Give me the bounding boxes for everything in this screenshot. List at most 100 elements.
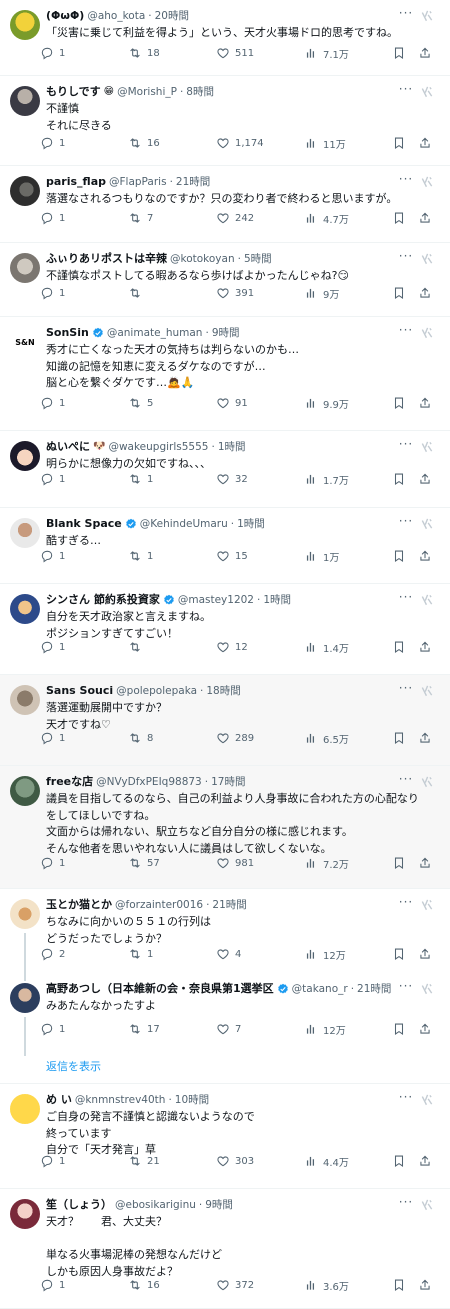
timestamp[interactable]: 20時間	[155, 8, 189, 24]
reply-button[interactable]: 1	[40, 1276, 65, 1294]
smiley-face-avatar[interactable]	[10, 1094, 40, 1124]
display-name[interactable]: め い	[46, 1092, 72, 1108]
bookmark-button[interactable]	[392, 394, 406, 412]
share-button[interactable]	[418, 470, 432, 488]
more-options-icon[interactable]: ···	[398, 682, 414, 697]
reply-button[interactable]: 1	[40, 1152, 65, 1170]
timestamp[interactable]: 17時間	[211, 774, 245, 790]
display-name[interactable]: ふぃりあリポストは辛辣	[46, 251, 167, 267]
bookmark-button[interactable]	[392, 1020, 406, 1038]
bookmark-button[interactable]	[392, 945, 406, 963]
reply-tweet[interactable]: Sans Souci @polepolepaka · 18時間 ··· 落選運動展開中です…	[0, 675, 450, 766]
user-handle[interactable]: @kotokoyan	[170, 251, 235, 267]
views-button[interactable]: 12万	[304, 945, 346, 963]
cat-photo-avatar[interactable]	[10, 253, 40, 283]
bookmark-button[interactable]	[392, 209, 406, 227]
reply-tweet[interactable]: ふぃりあリポストは辛辣 @kotokoyan · 5時間 ··· 不謹慎なポストしてる暇あ…	[0, 243, 450, 317]
bookmark-button[interactable]	[392, 470, 406, 488]
landscape-photo-avatar[interactable]	[10, 776, 40, 806]
user-handle[interactable]: @Morishi_P	[117, 84, 177, 100]
person-photo-avatar[interactable]	[10, 86, 40, 116]
display-name[interactable]: 玉とか猫とか	[46, 897, 112, 913]
display-name[interactable]: paris_flap	[46, 174, 106, 190]
like-button[interactable]: 981	[216, 854, 254, 872]
reply-button[interactable]: 1	[40, 854, 65, 872]
display-name[interactable]: Sans Souci	[46, 683, 113, 699]
more-options-icon[interactable]: ···	[398, 83, 414, 98]
share-button[interactable]	[418, 394, 432, 412]
reply-button[interactable]: 1	[40, 638, 65, 656]
bookmark-button[interactable]	[392, 1152, 406, 1170]
share-button[interactable]	[418, 44, 432, 62]
views-button[interactable]: 9万	[304, 284, 339, 302]
user-handle[interactable]: @wakeupgirls5555	[108, 439, 208, 455]
timestamp[interactable]: 9時間	[205, 1197, 233, 1213]
pizza-photo-avatar[interactable]	[10, 899, 40, 929]
retweet-button[interactable]: 7	[128, 209, 153, 227]
more-options-icon[interactable]: ···	[398, 515, 414, 530]
user-handle[interactable]: @takano_r	[292, 981, 348, 997]
cartoon-character-avatar[interactable]	[10, 10, 40, 40]
display-name[interactable]: (ΦωΦ)	[46, 8, 84, 24]
timestamp[interactable]: 10時間	[175, 1092, 209, 1108]
views-button[interactable]: 4.7万	[304, 209, 349, 227]
timestamp[interactable]: 21時間	[212, 897, 246, 913]
share-button[interactable]	[418, 547, 432, 565]
reply-button[interactable]: 2	[40, 945, 65, 963]
user-handle[interactable]: @aho_kota	[87, 8, 145, 24]
timestamp[interactable]: 5時間	[244, 251, 272, 267]
views-button[interactable]: 1.7万	[304, 470, 349, 488]
reply-button[interactable]: 1	[40, 1020, 65, 1038]
reply-tweet[interactable]: paris_flap @FlapParis · 21時間 ··· 落選なされるつもりなので…	[0, 166, 450, 243]
reply-button[interactable]: 1	[40, 44, 65, 62]
more-options-icon[interactable]: ···	[398, 773, 414, 788]
retweet-button[interactable]: 16	[128, 1276, 160, 1294]
display-name[interactable]: 高野あつし（日本維新の会・奈良県第1選挙区	[46, 981, 274, 997]
share-button[interactable]	[418, 945, 432, 963]
like-button[interactable]: 242	[216, 209, 254, 227]
timestamp[interactable]: 1時間	[218, 439, 246, 455]
more-options-icon[interactable]: ···	[398, 250, 414, 265]
share-button[interactable]	[418, 1152, 432, 1170]
more-options-icon[interactable]: ···	[398, 591, 414, 606]
retweet-button[interactable]: 1	[128, 547, 153, 565]
reply-button[interactable]: 1	[40, 209, 65, 227]
reply-button[interactable]: 1	[40, 284, 65, 302]
anime-girl-avatar[interactable]	[10, 441, 40, 471]
reply-tweet[interactable]: 高野あつし（日本維新の会・奈良県第1選挙区 @takano_r · 21時間 ··· みあ…	[0, 973, 450, 1046]
retweet-button[interactable]	[128, 638, 147, 656]
more-options-icon[interactable]: ···	[398, 1091, 414, 1106]
reply-tweet[interactable]: め い @knmnstrev40th · 10時間 ··· ご自身の発言不謹慎と認識ないよ…	[0, 1084, 450, 1189]
reply-button[interactable]: 1	[40, 394, 65, 412]
user-handle[interactable]: @knmnstrev40th	[75, 1092, 166, 1108]
display-name[interactable]: もりしです	[46, 84, 101, 100]
bookmark-button[interactable]	[392, 547, 406, 565]
retweet-button[interactable]: 57	[128, 854, 160, 872]
like-button[interactable]: 1,174	[216, 134, 264, 152]
like-button[interactable]: 372	[216, 1276, 254, 1294]
retweet-button[interactable]: 1	[128, 470, 153, 488]
bookmark-button[interactable]	[392, 729, 406, 747]
user-handle[interactable]: @mastey1202	[178, 592, 254, 608]
son-sin-logo-avatar[interactable]: S&N	[10, 327, 40, 357]
display-name[interactable]: シンさん 節約系投資家	[46, 592, 160, 608]
views-button[interactable]: 7.1万	[304, 44, 349, 62]
like-button[interactable]: 289	[216, 729, 254, 747]
retweet-button[interactable]: 21	[128, 1152, 160, 1170]
display-name[interactable]: ぬいぺに	[46, 439, 90, 455]
reply-button[interactable]: 1	[40, 729, 65, 747]
views-button[interactable]: 11万	[304, 134, 346, 152]
bookmark-button[interactable]	[392, 854, 406, 872]
more-options-icon[interactable]: ···	[398, 324, 414, 339]
more-options-icon[interactable]: ···	[398, 438, 414, 453]
share-button[interactable]	[418, 284, 432, 302]
user-handle[interactable]: @forzainter0016	[115, 897, 203, 913]
timestamp[interactable]: 1時間	[237, 516, 265, 532]
views-button[interactable]: 9.9万	[304, 394, 349, 412]
like-button[interactable]: 4	[216, 945, 241, 963]
reply-tweet[interactable]: ぬいぺに 🐶 @wakeupgirls5555 · 1時間 ··· 明らかに想像力の欠如です…	[0, 431, 450, 508]
bookmark-button[interactable]	[392, 134, 406, 152]
timestamp[interactable]: 21時間	[176, 174, 210, 190]
like-button[interactable]: 91	[216, 394, 248, 412]
user-handle[interactable]: @KehindeUmaru	[140, 516, 228, 532]
